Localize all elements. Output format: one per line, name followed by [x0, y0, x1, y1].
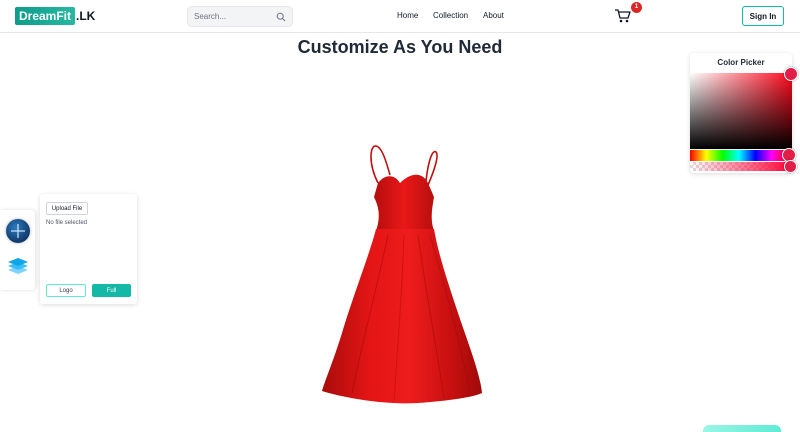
hue-slider[interactable]	[690, 150, 788, 161]
full-mode-button[interactable]: Full	[92, 284, 131, 297]
dress-model-image[interactable]	[318, 143, 484, 405]
color-picker-title: Color Picker	[717, 58, 765, 67]
floating-action-button[interactable]	[703, 425, 781, 432]
logo-suffix-text: .LK	[76, 9, 96, 23]
nav-home-link[interactable]: Home	[397, 11, 418, 20]
search-input[interactable]	[194, 12, 274, 21]
plus-icon	[11, 224, 25, 238]
page-title: Customize As You Need	[297, 37, 503, 57]
search-icon[interactable]	[276, 12, 286, 22]
upload-file-button[interactable]: Upload File	[46, 202, 88, 215]
brand-logo[interactable]: DreamFit .LK	[15, 7, 95, 25]
search-bar	[187, 6, 293, 27]
sign-in-button[interactable]: Sign In	[742, 6, 784, 26]
logo-main-text: DreamFit	[15, 7, 76, 25]
saturation-handle[interactable]	[784, 67, 798, 81]
cart-count-badge: 1	[631, 2, 642, 13]
cart-icon[interactable]	[614, 8, 632, 24]
nav-about-link[interactable]: About	[483, 11, 504, 20]
layers-icon[interactable]	[6, 256, 30, 276]
add-design-button[interactable]	[6, 219, 30, 243]
logo-mode-button[interactable]: Logo	[46, 284, 86, 297]
alpha-slider[interactable]	[690, 162, 788, 171]
nav-collection-link[interactable]: Collection	[433, 11, 468, 20]
saturation-area[interactable]	[690, 73, 792, 149]
top-navbar: DreamFit .LK Home Collection About 1 Sig…	[0, 0, 800, 33]
color-picker-panel: Color Picker	[690, 53, 798, 173]
upload-panel: Upload File No file selected Logo Full	[40, 194, 137, 304]
left-toolbar	[0, 210, 35, 290]
alpha-handle[interactable]	[784, 160, 797, 173]
file-status-text: No file selected	[46, 220, 88, 226]
